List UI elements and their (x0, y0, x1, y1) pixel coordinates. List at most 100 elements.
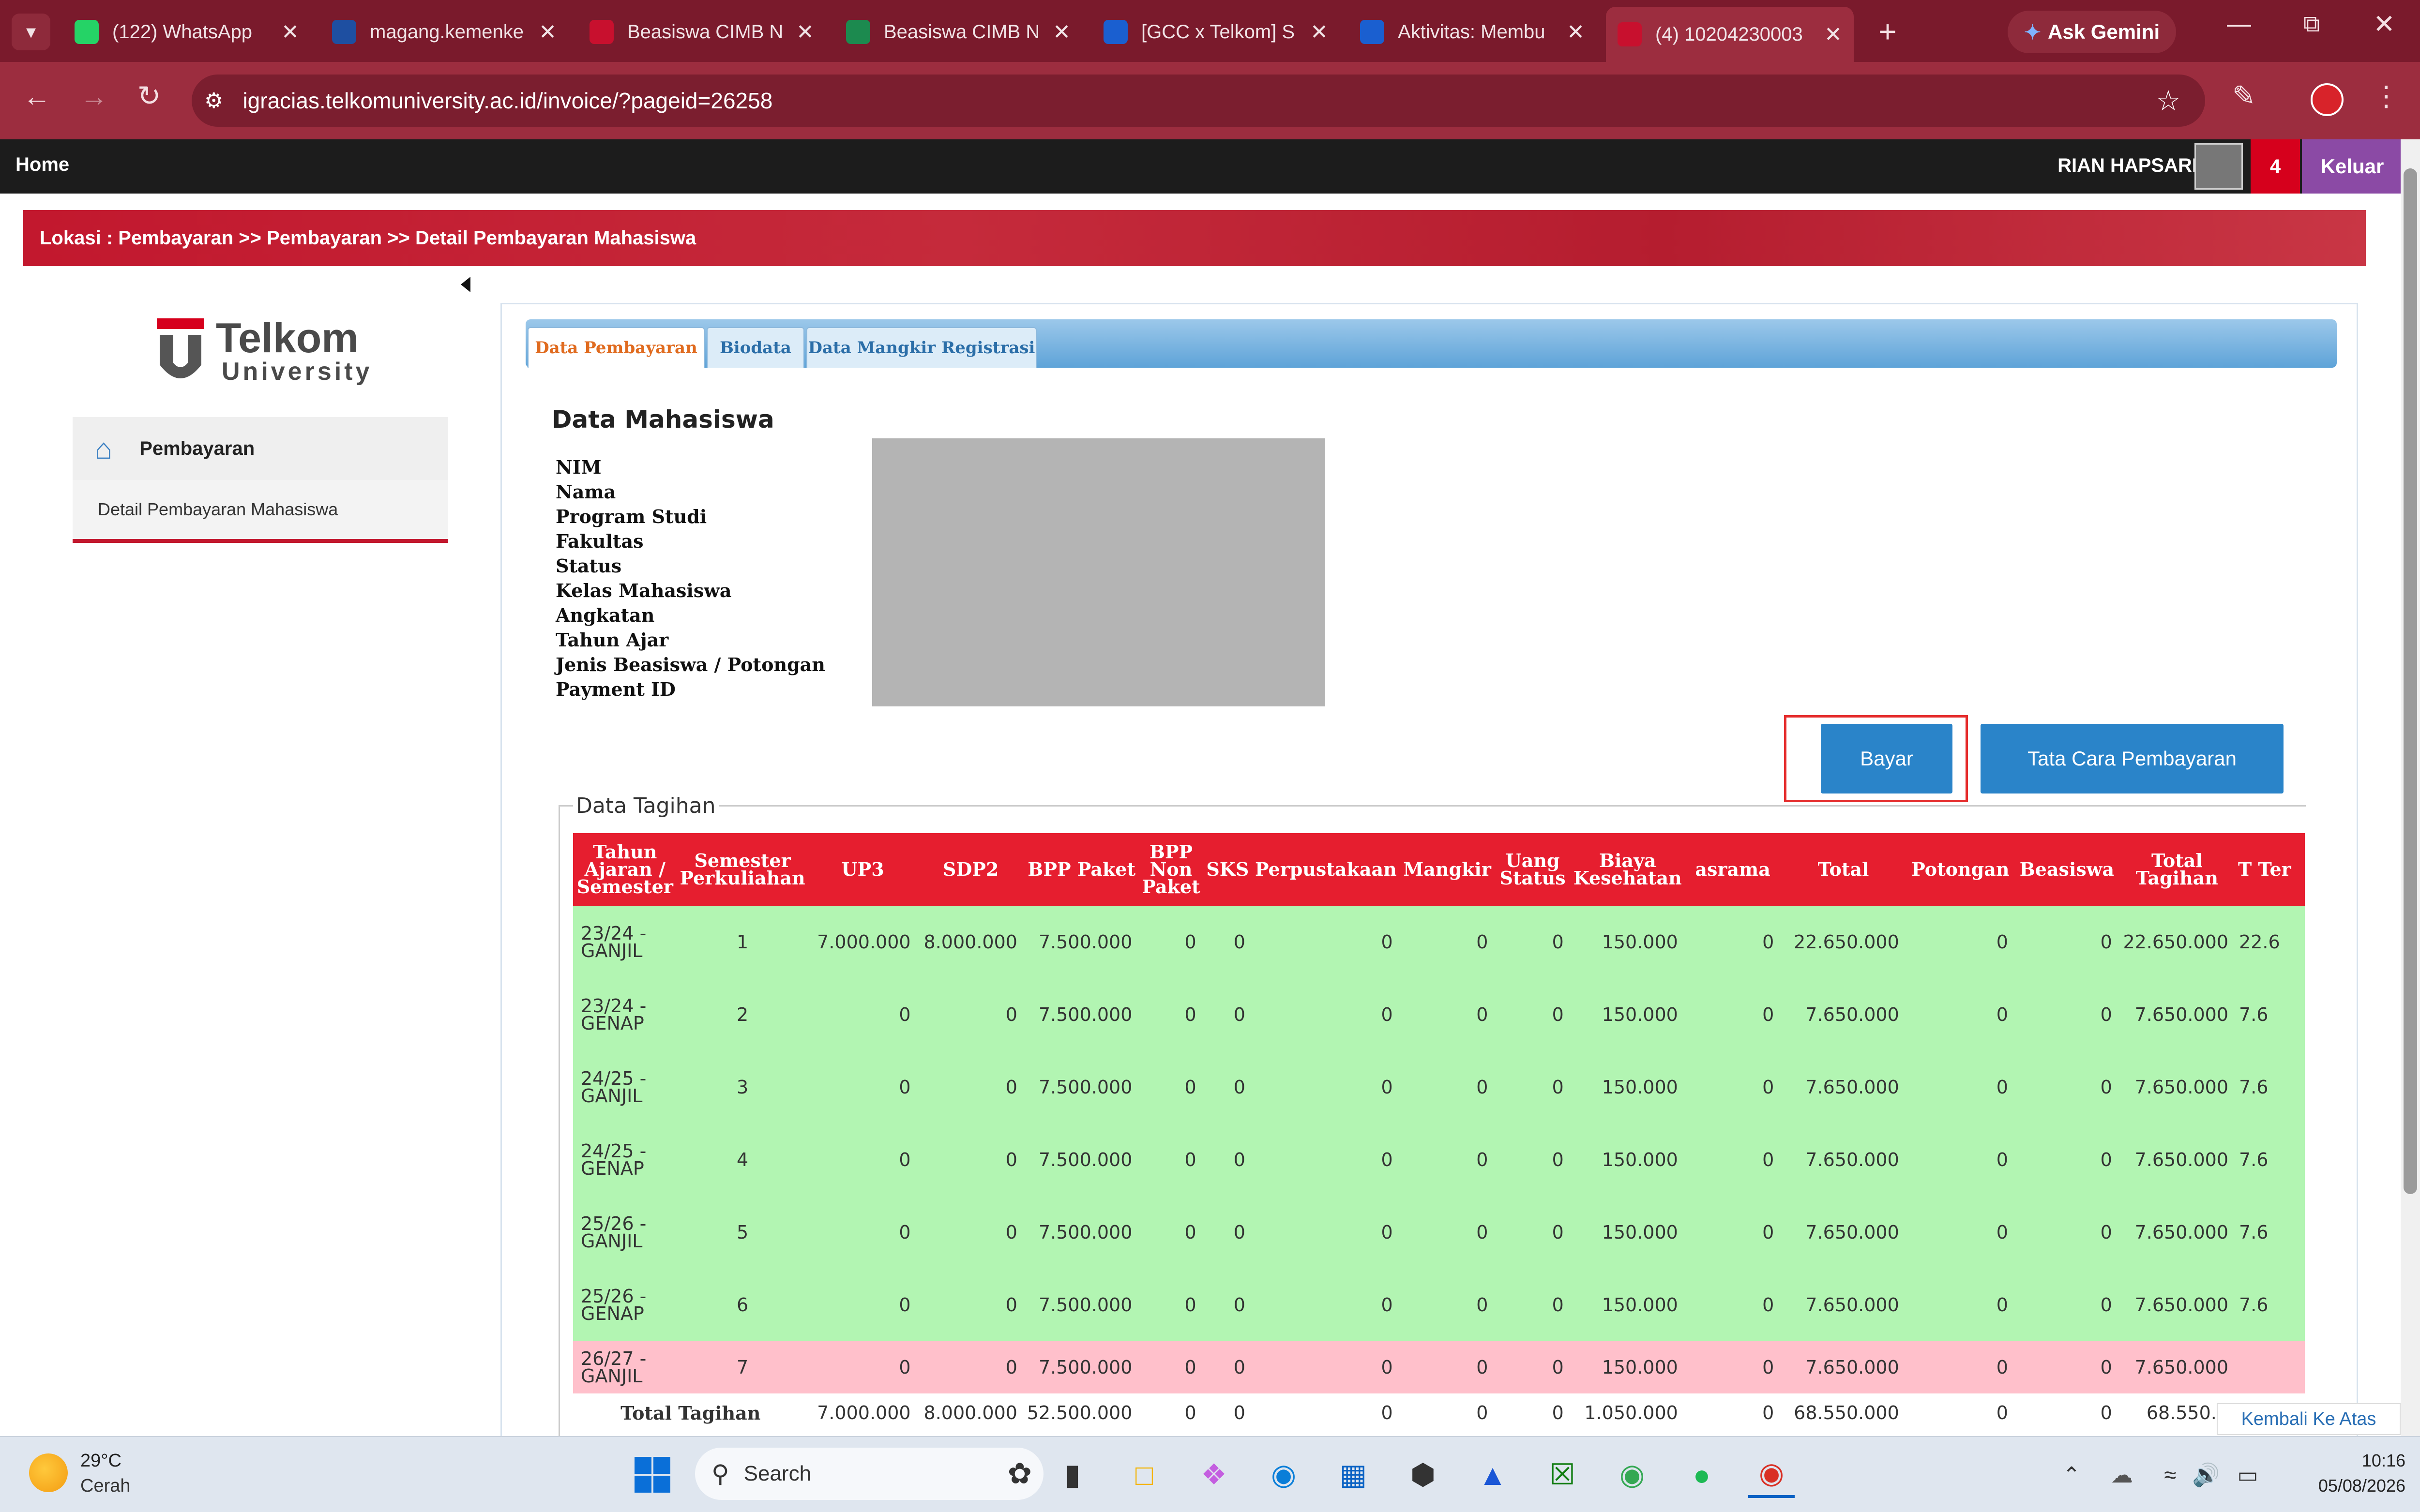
table-cell: 0 (1684, 1196, 1781, 1269)
table-cell: 0 (1906, 1196, 2015, 1269)
clock-date[interactable]: 05/08/2026 (2284, 1476, 2405, 1496)
clock-time[interactable]: 10:16 (2284, 1451, 2405, 1471)
spotify-icon[interactable]: ● (1679, 1452, 1725, 1498)
close-tab-icon[interactable]: ✕ (1310, 20, 1328, 45)
browser-menu-icon[interactable]: ⋮ (2367, 79, 2405, 112)
extensions-icon[interactable]: ✎ (2224, 79, 2263, 112)
site-info-icon[interactable]: ⚙ (204, 89, 223, 113)
column-header: Biaya Kesehatan (1570, 833, 1685, 906)
scrollbar-thumb[interactable] (2404, 168, 2417, 1194)
xbox-icon[interactable]: ☒ (1539, 1452, 1586, 1498)
page-scrollbar[interactable] (2401, 139, 2420, 1436)
user-avatar[interactable] (2194, 143, 2243, 190)
table-cell: 150.000 (1570, 978, 1685, 1051)
c-icon (1360, 20, 1384, 44)
cloud-icon[interactable]: ☁ (2099, 1452, 2145, 1498)
tray-overflow-icon[interactable]: ⌃ (2048, 1452, 2095, 1498)
battery-icon[interactable]: ▭ (2224, 1452, 2271, 1498)
tab-data-mangkir-registrasi[interactable]: Data Mangkir Registrasi (806, 327, 1037, 368)
tata-cara-pembayaran-button[interactable]: Tata Cara Pembayaran (1981, 724, 2284, 793)
total-row: Total Tagihan 7.000.000 8.000.000 52.500.00… (573, 1393, 2305, 1432)
table-cell: 0 (1399, 1123, 1495, 1196)
volume-icon[interactable]: 🔊 (2183, 1452, 2229, 1498)
table-cell: 4 (677, 1123, 808, 1196)
table-row: 26/27 - GANJIL 7 0 0 7.500.000 0 0 0 0 0 150.000 0 7… (573, 1341, 2305, 1393)
table-cell: 7.650.000 (1781, 1123, 1906, 1196)
copilot-icon[interactable]: ❖ (1191, 1452, 1237, 1498)
close-tab-icon[interactable]: ✕ (539, 20, 557, 45)
table-cell: 0 (1495, 978, 1571, 1051)
table-cell: 7.6 (2235, 1051, 2305, 1123)
notification-badge[interactable]: 4 (2251, 139, 2300, 194)
table-cell: 0 (1252, 1269, 1400, 1341)
column-header: Potongan (1906, 833, 2015, 906)
table-cell: 7.650.000 (1781, 1269, 1906, 1341)
browser-tab-7[interactable]: (4) 10204230003 ✕ (1606, 7, 1854, 62)
chrome-profile-icon[interactable]: ◉ (1609, 1452, 1655, 1498)
student-field-label: Nama (556, 481, 616, 503)
table-cell: 0 (1906, 1123, 2015, 1196)
browser-tab-5[interactable]: [GCC x Telkom] S ✕ (1092, 9, 1340, 55)
table-cell: 0 (1252, 1196, 1400, 1269)
browser-tab-title: magang.kemenke (370, 21, 524, 43)
logout-button[interactable]: Keluar (2302, 139, 2403, 194)
edge-icon[interactable]: ◉ (1260, 1452, 1307, 1498)
browser-tab-title: Beasiswa CIMB N (884, 21, 1040, 43)
minimize-button[interactable]: — (2220, 10, 2258, 38)
table-row: 23/24 - GENAP 2 0 0 7.500.000 0 0 0 0 0 150.000 0 7.… (573, 978, 2305, 1051)
close-window-button[interactable]: ✕ (2365, 9, 2404, 39)
app-cube-icon[interactable]: ⬢ (1400, 1452, 1446, 1498)
collapse-sidebar-icon[interactable] (460, 276, 471, 293)
forward-button[interactable]: → (75, 80, 113, 113)
column-header: SKS (1203, 833, 1252, 906)
section-title-data-mahasiswa: Data Mahasiswa (552, 405, 774, 434)
browser-tab-2[interactable]: magang.kemenke ✕ (320, 9, 568, 55)
browser-tab-3[interactable]: Beasiswa CIMB N ✕ (578, 9, 826, 55)
restore-button[interactable]: ⧉ (2292, 11, 2331, 38)
profile-avatar[interactable] (2311, 83, 2344, 116)
table-cell: 0 (1684, 1123, 1781, 1196)
task-view-icon[interactable]: ▮ (1049, 1452, 1096, 1498)
kembali-ke-atas-button[interactable]: Kembali Ke Atas (2217, 1403, 2401, 1435)
bayar-button[interactable]: Bayar (1821, 724, 1952, 793)
tab-data-pembayaran[interactable]: Data Pembayaran (528, 327, 705, 368)
tab-biodata[interactable]: Biodata (707, 327, 804, 368)
gemini-icon: ✦ (2024, 20, 2042, 44)
table-cell: 0 (1684, 906, 1781, 978)
table-cell: 0 (917, 978, 1024, 1051)
sidebar-item-detail-pembayaran[interactable]: Detail Pembayaran Mahasiswa (73, 480, 448, 543)
bookmark-star-icon[interactable]: ☆ (2156, 84, 2181, 117)
close-tab-icon[interactable]: ✕ (1567, 20, 1585, 45)
store-icon[interactable]: ▦ (1330, 1452, 1376, 1498)
weather-sun-icon[interactable] (29, 1453, 68, 1492)
student-field-label: Fakultas (556, 530, 644, 552)
table-cell: 7.6 (2235, 1123, 2305, 1196)
back-button[interactable]: ← (17, 80, 56, 113)
table-cell: 0 (1252, 1051, 1400, 1123)
table-row: 24/25 - GENAP 4 0 0 7.500.000 0 0 0 0 0 150.000 0 7.… (573, 1123, 2305, 1196)
chrome-active-icon[interactable]: ◉ (1748, 1452, 1795, 1498)
tab-search-button[interactable]: ▾ (12, 14, 50, 50)
column-header: Beasiswa (2014, 833, 2119, 906)
table-cell: 0 (1906, 1051, 2015, 1123)
browser-tab-6[interactable]: Aktivitas: Membu ✕ (1348, 9, 1596, 55)
app-chart-icon[interactable]: ▲ (1469, 1452, 1516, 1498)
close-tab-icon[interactable]: ✕ (281, 20, 299, 45)
address-bar[interactable]: ⚙ igracias.telkomuniversity.ac.id/invoic… (192, 75, 2205, 127)
close-tab-icon[interactable]: ✕ (796, 20, 814, 45)
taskbar-search-box[interactable]: ⚲ Search ✿ (695, 1448, 1044, 1500)
close-tab-icon[interactable]: ✕ (1053, 20, 1071, 45)
windows-start-icon[interactable] (629, 1452, 676, 1498)
home-link[interactable]: Home (15, 154, 69, 176)
ask-gemini-button[interactable]: ✦ Ask Gemini (2008, 11, 2176, 53)
browser-tab-4[interactable]: Beasiswa CIMB N ✕ (834, 9, 1082, 55)
sidebar-menu-pembayaran[interactable]: ⌂ Pembayaran (73, 417, 448, 480)
file-explorer-icon[interactable]: □ (1121, 1452, 1167, 1498)
close-tab-icon[interactable]: ✕ (1824, 22, 1842, 47)
browser-tab-1[interactable]: (122) WhatsApp ✕ (63, 9, 311, 55)
table-cell: 0 (2014, 1196, 2119, 1269)
table-cell: 0 (2014, 1051, 2119, 1123)
reload-button[interactable]: ↻ (130, 79, 168, 112)
new-tab-button[interactable]: + (1868, 14, 1907, 49)
redacted-student-info (872, 438, 1325, 706)
